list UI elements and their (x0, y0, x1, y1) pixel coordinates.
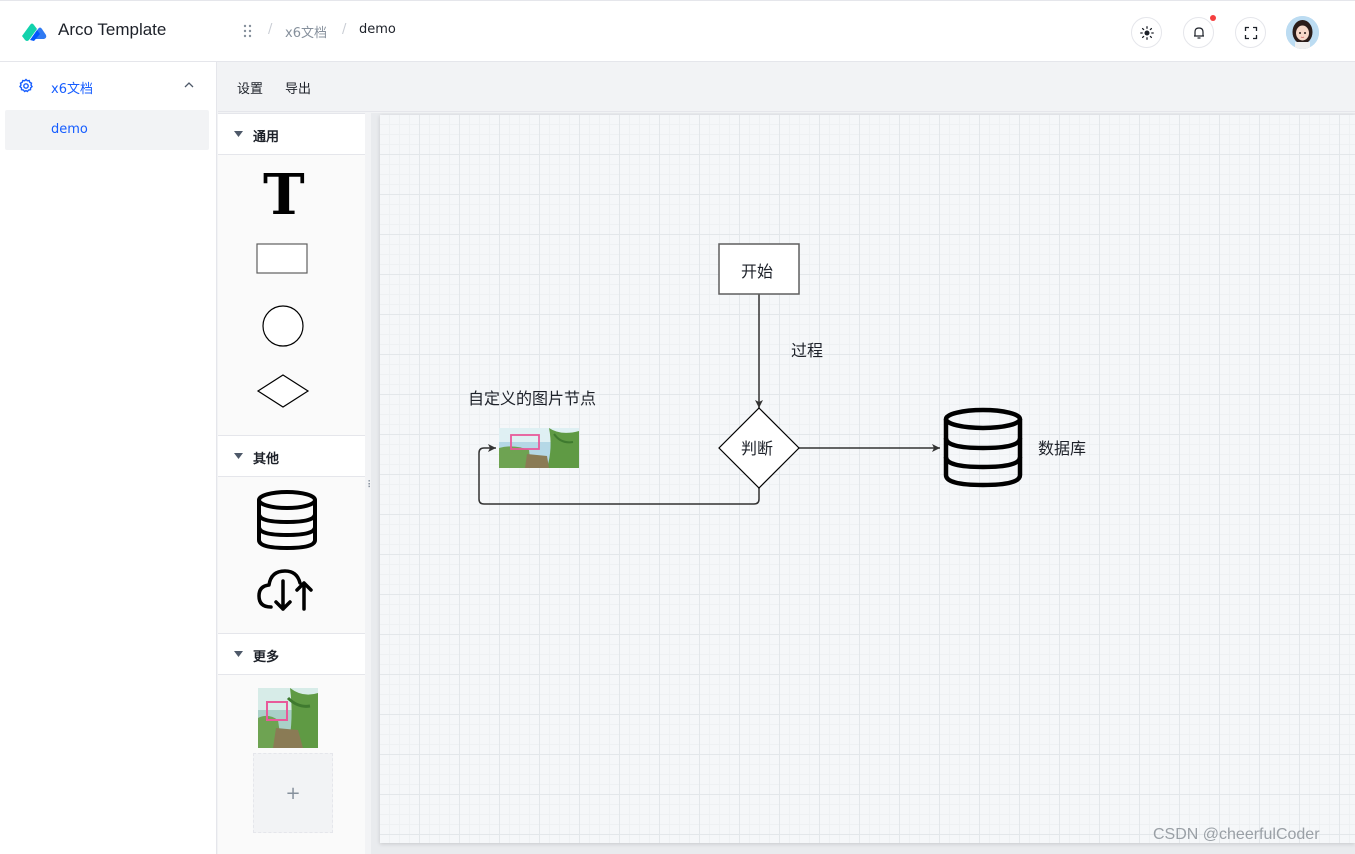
gear-icon (19, 78, 33, 93)
notifications-button[interactable] (1183, 17, 1214, 48)
stencil-group-more[interactable]: 更多 (218, 633, 365, 675)
database-icon[interactable] (256, 489, 318, 551)
caret-down-icon (234, 651, 243, 657)
graph-canvas-area: 开始 判断 过程 数据库 自定义的图片节点 (371, 113, 1355, 854)
graph-svg (478, 243, 1023, 505)
notification-badge (1210, 15, 1216, 21)
stencil-group-general[interactable]: 通用 (218, 113, 365, 155)
stencil-group-title: 通用 (253, 130, 280, 145)
database-node-label: 数据库 (1038, 439, 1087, 458)
export-button[interactable]: 导出 (285, 78, 311, 97)
upload-add-button[interactable]: + (253, 753, 333, 833)
sun-icon (1139, 25, 1154, 40)
database-node[interactable] (943, 407, 1023, 488)
stencil-group-title: 更多 (253, 650, 280, 665)
text-icon[interactable]: T (263, 165, 305, 225)
plus-icon: + (285, 782, 301, 804)
stencil-group-title: 其他 (253, 452, 280, 467)
sidebar-item-demo[interactable]: demo (5, 110, 209, 150)
editor-toolbar: 设置 导出 (218, 62, 1355, 112)
image-node-label: 自定义的图片节点 (468, 389, 597, 408)
circle-shape[interactable] (261, 304, 305, 348)
diamond-shape[interactable] (256, 374, 310, 408)
breadcrumb-separator: / (342, 22, 347, 37)
watermark: CSDN @cheerfulCoder (1153, 826, 1320, 843)
decision-node-label: 判断 (741, 439, 774, 458)
fullscreen-icon (1244, 26, 1257, 39)
top-navbar: Arco Template / x6文档 / demo (0, 0, 1355, 62)
stencil-group-other-body (218, 477, 365, 633)
chevron-up-icon (184, 82, 194, 88)
image-node[interactable] (499, 428, 579, 468)
rectangle-shape[interactable] (256, 243, 309, 275)
caret-down-icon (234, 131, 243, 137)
breadcrumb-item-demo: demo (359, 22, 396, 37)
bell-icon (1193, 26, 1204, 39)
stencil-panel: 通用 T 其他 更多 + (218, 113, 365, 854)
menu-group-x6-docs[interactable]: x6文档 (0, 70, 217, 104)
arco-logo-icon (22, 23, 47, 41)
side-menu: x6文档 demo (0, 62, 217, 854)
menu-group-label: x6文档 (51, 82, 93, 97)
app-title: Arco Template (58, 20, 167, 39)
breadcrumb-separator: / (268, 22, 273, 37)
image-thumbnail[interactable] (258, 688, 318, 748)
user-avatar[interactable] (1286, 16, 1319, 49)
avatar-image (1286, 16, 1319, 49)
breadcrumb-item-x6-docs[interactable]: x6文档 (285, 22, 327, 41)
start-node-label: 开始 (741, 262, 774, 281)
stencil-group-general-body: T (218, 155, 365, 435)
drag-handle-icon[interactable] (243, 23, 253, 39)
cloud-sync-icon[interactable] (257, 563, 319, 613)
stencil-group-other[interactable]: 其他 (218, 435, 365, 477)
graph-canvas[interactable]: 开始 判断 过程 数据库 自定义的图片节点 (380, 115, 1355, 843)
caret-down-icon (234, 453, 243, 459)
sidebar-item-label: demo (51, 122, 88, 137)
fullscreen-button[interactable] (1235, 17, 1266, 48)
theme-toggle-button[interactable] (1131, 17, 1162, 48)
settings-button[interactable]: 设置 (237, 78, 263, 97)
edge-label: 过程 (791, 341, 824, 360)
